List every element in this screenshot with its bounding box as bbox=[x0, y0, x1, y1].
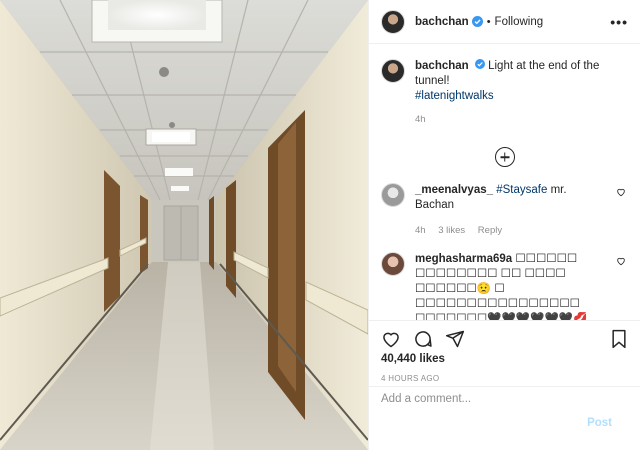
post-header: bachchan • Following ••• bbox=[369, 0, 640, 44]
comment-input[interactable]: Add a comment... bbox=[381, 393, 471, 405]
following-button[interactable]: Following bbox=[495, 16, 544, 28]
post-actions bbox=[369, 320, 640, 356]
header-separator: • bbox=[486, 15, 491, 28]
author-username[interactable]: bachchan bbox=[415, 16, 469, 28]
comment-item: _meenalvyas_ #Staysafe mr. Bachan 4h 3 l… bbox=[381, 183, 628, 238]
comment-time[interactable]: 4h bbox=[415, 225, 426, 236]
comment-body: meghasharma69a ☐☐☐☐☐☐ ☐☐☐☐☐☐☐☐ ☐☐ ☐☐☐☐ ☐… bbox=[415, 252, 600, 320]
author-avatar[interactable] bbox=[381, 9, 405, 34]
comment-hashtag[interactable]: #Staysafe bbox=[496, 184, 547, 196]
bookmark-icon[interactable] bbox=[610, 329, 628, 349]
commenter-username[interactable]: _meenalvyas_ bbox=[415, 184, 493, 196]
commenter-avatar[interactable] bbox=[381, 183, 405, 207]
caption-hashtag[interactable]: #latenightwalks bbox=[415, 90, 494, 102]
comment-item: meghasharma69a ☐☐☐☐☐☐ ☐☐☐☐☐☐☐☐ ☐☐ ☐☐☐☐ ☐… bbox=[381, 252, 628, 320]
reply-button[interactable]: Reply bbox=[478, 225, 502, 236]
like-heart-icon[interactable] bbox=[381, 329, 401, 349]
instagram-post-modal: bachchan • Following ••• bachchan Light … bbox=[0, 0, 640, 450]
post-comment-button[interactable]: Post bbox=[587, 417, 612, 429]
more-options-icon[interactable]: ••• bbox=[610, 14, 628, 30]
commenter-avatar[interactable] bbox=[381, 252, 405, 276]
caption-avatar[interactable] bbox=[381, 59, 405, 83]
comment-body: _meenalvyas_ #Staysafe mr. Bachan 4h 3 l… bbox=[415, 183, 600, 238]
comments-list[interactable]: bachchan Light at the end of the tunnel!… bbox=[369, 45, 640, 320]
comment-bubble-icon[interactable] bbox=[413, 329, 433, 349]
share-paper-plane-icon[interactable] bbox=[445, 329, 465, 349]
caption-text-block: bachchan Light at the end of the tunnel!… bbox=[415, 59, 615, 104]
verified-badge-icon bbox=[474, 59, 485, 69]
verified-badge-icon bbox=[471, 16, 483, 27]
caption-time[interactable]: 4h bbox=[415, 114, 426, 125]
load-more-comments[interactable] bbox=[381, 147, 628, 167]
post-timestamp[interactable]: 4 HOURS AGO bbox=[381, 374, 439, 383]
caption: bachchan Light at the end of the tunnel!… bbox=[381, 59, 628, 104]
comment-meta: 4h 3 likes Reply bbox=[415, 223, 600, 238]
likes-count[interactable]: 40,440 likes bbox=[381, 353, 445, 365]
caption-username[interactable]: bachchan bbox=[415, 60, 469, 72]
commenter-username[interactable]: meghasharma69a bbox=[415, 253, 512, 265]
comment-likes[interactable]: 3 likes bbox=[438, 225, 465, 236]
comment-like-heart-icon[interactable] bbox=[616, 256, 626, 269]
post-details-panel: bachchan • Following ••• bachchan Light … bbox=[368, 0, 640, 450]
post-photo[interactable] bbox=[0, 0, 368, 450]
plus-circle-icon[interactable] bbox=[494, 147, 515, 167]
hallway-image bbox=[0, 0, 368, 450]
comment-like-heart-icon[interactable] bbox=[616, 187, 626, 200]
add-comment-bar: Add a comment... Post bbox=[369, 386, 640, 450]
caption-meta: 4h bbox=[415, 114, 628, 125]
